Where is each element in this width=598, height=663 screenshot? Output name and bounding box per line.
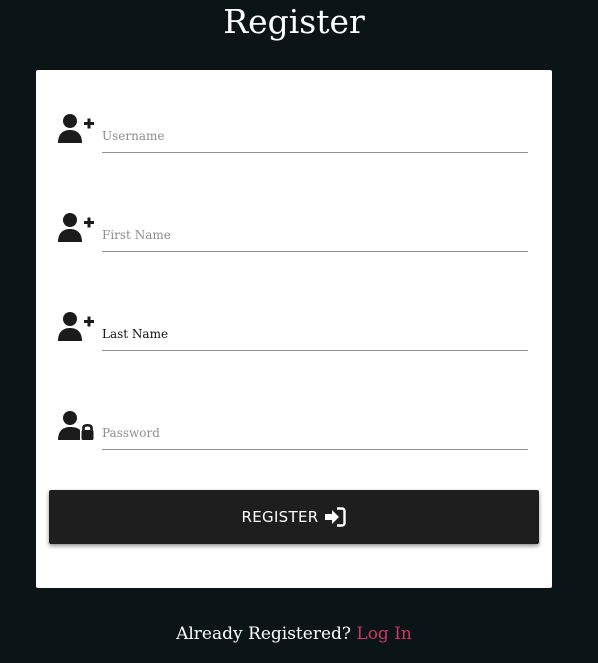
page-title: Register [223, 2, 365, 41]
password-input[interactable] [102, 419, 528, 447]
login-prompt: Already Registered? Log In [0, 624, 588, 644]
last-name-input[interactable] [102, 320, 528, 348]
login-link[interactable]: Log In [356, 624, 411, 644]
first-name-underline [102, 221, 528, 252]
first-name-input[interactable] [102, 221, 528, 249]
register-card: REGISTER [36, 70, 552, 588]
username-input[interactable] [102, 122, 528, 150]
username-underline [102, 122, 528, 153]
user-plus-icon [58, 310, 96, 344]
password-field-row [58, 409, 528, 457]
username-field-row [58, 112, 528, 160]
register-button[interactable]: REGISTER [49, 490, 539, 544]
user-lock-icon [58, 409, 96, 443]
sign-in-icon [325, 507, 347, 527]
last-name-underline [102, 320, 528, 351]
password-underline [102, 419, 528, 450]
last-name-field-row [58, 310, 528, 358]
register-button-label: REGISTER [241, 508, 319, 526]
user-plus-icon [58, 112, 96, 146]
user-plus-icon [58, 211, 96, 245]
first-name-field-row [58, 211, 528, 259]
already-registered-text: Already Registered? [176, 624, 351, 644]
